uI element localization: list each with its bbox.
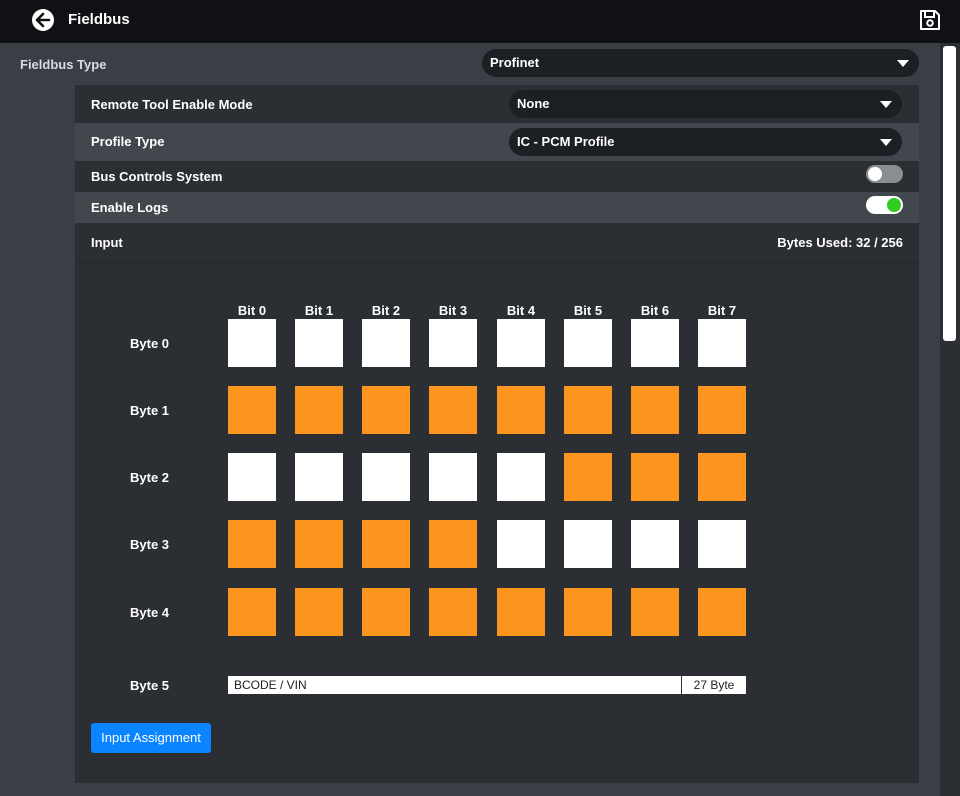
bit-header: Bit 1 bbox=[304, 303, 334, 318]
back-arrow-icon[interactable] bbox=[32, 9, 54, 31]
save-icon[interactable] bbox=[918, 8, 942, 32]
bit-cell[interactable] bbox=[228, 520, 276, 568]
bit-cell[interactable] bbox=[295, 453, 343, 501]
bcode-vin-field[interactable]: BCODE / VIN bbox=[228, 676, 681, 694]
bit-cell[interactable] bbox=[362, 588, 410, 636]
panel-bottom-strip bbox=[75, 783, 919, 796]
bit-cell[interactable] bbox=[564, 386, 612, 434]
bit-cell[interactable] bbox=[429, 453, 477, 501]
bit-cell[interactable] bbox=[631, 319, 679, 367]
fieldbus-type-select[interactable]: Profinet bbox=[482, 49, 919, 77]
bit-cell[interactable] bbox=[429, 588, 477, 636]
input-assignment-button[interactable]: Input Assignment bbox=[91, 723, 211, 753]
bit-header: Bit 7 bbox=[707, 303, 737, 318]
bit-cell[interactable] bbox=[429, 319, 477, 367]
bit-cell[interactable] bbox=[698, 520, 746, 568]
page-title: Fieldbus bbox=[68, 11, 130, 28]
bus-controls-label: Bus Controls System bbox=[91, 169, 223, 184]
enable-logs-label: Enable Logs bbox=[91, 200, 169, 215]
fieldbus-type-value: Profinet bbox=[490, 55, 540, 70]
input-section: Input Bytes Used: 32 / 256 Bit 0 Bit 1 Bit… bbox=[75, 223, 919, 780]
bit-cell[interactable] bbox=[295, 520, 343, 568]
remote-tool-value: None bbox=[517, 96, 550, 111]
bit-cell[interactable] bbox=[631, 453, 679, 501]
bit-cell[interactable] bbox=[631, 588, 679, 636]
byte-label: Byte 2 bbox=[130, 470, 170, 485]
bit-cell[interactable] bbox=[429, 520, 477, 568]
bit-cell[interactable] bbox=[698, 453, 746, 501]
bus-controls-toggle[interactable] bbox=[866, 165, 903, 183]
bit-cell[interactable] bbox=[295, 319, 343, 367]
fieldbus-settings-panel: Remote Tool Enable Mode None Profile Typ… bbox=[75, 85, 919, 796]
enable-logs-row: Enable Logs bbox=[75, 192, 919, 223]
bus-controls-row: Bus Controls System bbox=[75, 161, 919, 192]
bit-cell[interactable] bbox=[362, 453, 410, 501]
bit-header: Bit 0 bbox=[237, 303, 267, 318]
byte-label: Byte 5 bbox=[130, 678, 170, 693]
bit-cell[interactable] bbox=[362, 319, 410, 367]
bit-cell[interactable] bbox=[295, 588, 343, 636]
bit-cell[interactable] bbox=[497, 453, 545, 501]
bit-cell[interactable] bbox=[564, 319, 612, 367]
remote-tool-row: Remote Tool Enable Mode None bbox=[75, 85, 919, 123]
bit-cell[interactable] bbox=[698, 319, 746, 367]
bit-cell[interactable] bbox=[564, 588, 612, 636]
byte-label: Byte 4 bbox=[130, 605, 170, 620]
profile-type-label: Profile Type bbox=[91, 134, 165, 149]
bit-header: Bit 3 bbox=[438, 303, 468, 318]
bit-cell[interactable] bbox=[698, 386, 746, 434]
top-bar: Fieldbus bbox=[0, 0, 960, 43]
profile-type-row: Profile Type IC - PCM Profile bbox=[75, 123, 919, 161]
bit-cell[interactable] bbox=[228, 588, 276, 636]
bit-header: Bit 5 bbox=[573, 303, 603, 318]
bit-cell[interactable] bbox=[295, 386, 343, 434]
byte-label: Byte 1 bbox=[130, 403, 170, 418]
bit-cell[interactable] bbox=[228, 386, 276, 434]
bit-cell[interactable] bbox=[497, 319, 545, 367]
bit-cell[interactable] bbox=[429, 386, 477, 434]
bit-cell[interactable] bbox=[362, 520, 410, 568]
chevron-down-icon bbox=[880, 101, 892, 108]
bit-header: Bit 6 bbox=[640, 303, 670, 318]
bit-cell[interactable] bbox=[564, 453, 612, 501]
chevron-down-icon bbox=[897, 60, 909, 67]
bit-cell[interactable] bbox=[631, 520, 679, 568]
profile-type-select[interactable]: IC - PCM Profile bbox=[509, 128, 902, 156]
bit-cell[interactable] bbox=[497, 386, 545, 434]
fieldbus-type-label: Fieldbus Type bbox=[20, 57, 107, 72]
bit-cell[interactable] bbox=[564, 520, 612, 568]
remote-tool-select[interactable]: None bbox=[509, 90, 902, 118]
bit-cell[interactable] bbox=[228, 319, 276, 367]
input-title: Input bbox=[91, 235, 123, 250]
byte-label: Byte 3 bbox=[130, 537, 170, 552]
chevron-down-icon bbox=[880, 139, 892, 146]
remote-tool-label: Remote Tool Enable Mode bbox=[91, 97, 253, 112]
profile-type-value: IC - PCM Profile bbox=[517, 134, 615, 149]
bit-cell[interactable] bbox=[497, 588, 545, 636]
bit-cell[interactable] bbox=[497, 520, 545, 568]
content-area: Fieldbus Type Profinet Remote Tool Enabl… bbox=[0, 43, 940, 796]
enable-logs-toggle[interactable] bbox=[866, 196, 903, 214]
bit-cell[interactable] bbox=[228, 453, 276, 501]
scrollbar-thumb[interactable] bbox=[943, 46, 956, 341]
bit-header: Bit 4 bbox=[506, 303, 536, 318]
bit-cell[interactable] bbox=[698, 588, 746, 636]
bytes-used-readout: Bytes Used: 32 / 256 bbox=[777, 235, 903, 250]
bit-cell[interactable] bbox=[362, 386, 410, 434]
bit-header: Bit 2 bbox=[371, 303, 401, 318]
bit-cell[interactable] bbox=[631, 386, 679, 434]
byte-label: Byte 0 bbox=[130, 336, 170, 351]
bcode-size: 27 Byte bbox=[682, 676, 746, 694]
divider bbox=[75, 262, 919, 263]
